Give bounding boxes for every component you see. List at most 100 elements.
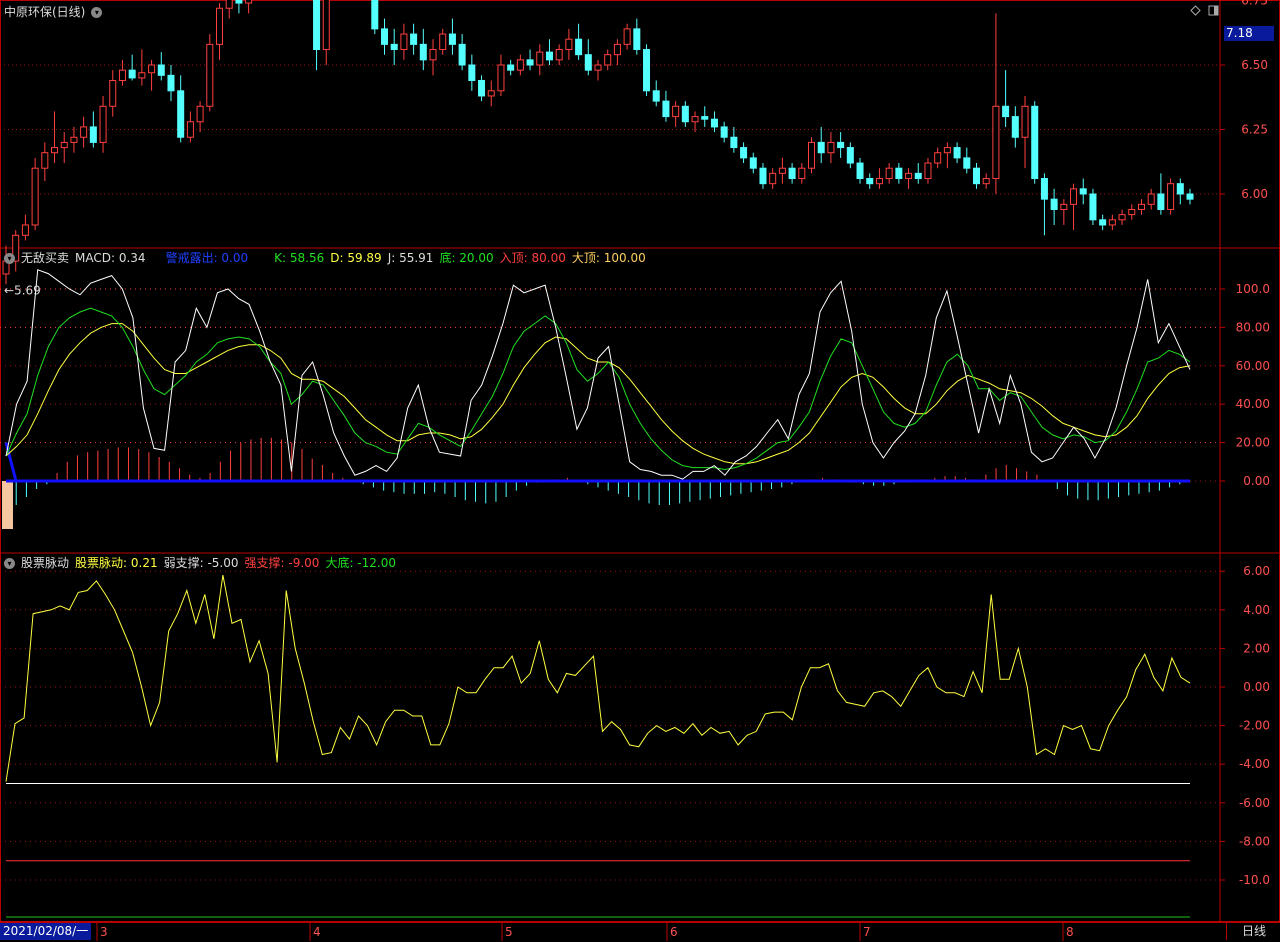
macd-tick-label: 100.0 <box>1236 282 1270 296</box>
candle-body <box>759 167 767 185</box>
entry-value: 入顶: 80.00 <box>499 251 566 265</box>
candle-body <box>1011 116 1019 138</box>
candle-body <box>313 0 321 51</box>
candle-body <box>1089 193 1097 221</box>
panel-menu-icon[interactable]: ▾ <box>4 558 15 569</box>
time-axis <box>0 922 1280 942</box>
candle-body <box>1147 193 1155 205</box>
bottom-value: 底: 20.00 <box>439 251 494 265</box>
osc-tick-label: 0.00 <box>1243 680 1270 694</box>
candle-body <box>623 28 631 45</box>
candle-body <box>943 147 951 154</box>
price-tick-label: 6.75 <box>1241 0 1268 8</box>
candle-body <box>905 172 913 180</box>
candle-body <box>662 100 670 118</box>
macd-tick-label: 80.00 <box>1236 320 1270 334</box>
osc-tick-label: -10.0 <box>1239 873 1270 887</box>
kdj-green-line <box>5 307 1191 471</box>
candle-body <box>478 79 486 97</box>
candle-body <box>1040 178 1048 200</box>
candle-body <box>565 38 573 51</box>
candle-body <box>584 54 592 71</box>
candle-body <box>60 141 68 149</box>
candle-body <box>672 105 680 118</box>
candle-body <box>788 167 796 180</box>
osc-tick-label: -8.00 <box>1239 834 1270 848</box>
candle-body <box>177 90 185 138</box>
panel-menu-icon[interactable]: ▾ <box>4 253 15 264</box>
candle-body <box>225 0 233 9</box>
osc-panel-header: ▾ 股票脉动 股票脉动: 0.21 弱支撑: -5.00 强支撑: -9.00 大底: -… <box>4 556 402 570</box>
candle-body <box>1176 183 1184 195</box>
candle-body <box>516 59 524 71</box>
candle-body <box>1031 105 1039 180</box>
candle-body <box>371 0 379 30</box>
macd-tick-label: 0.00 <box>1243 474 1270 488</box>
osc-tick-label: 4.00 <box>1243 603 1270 617</box>
candle-body <box>448 33 456 45</box>
candle-body <box>720 126 728 138</box>
macd-tick-label: 20.00 <box>1236 436 1270 450</box>
candle-body <box>1186 193 1194 200</box>
candle-body <box>691 116 699 123</box>
candle-body <box>594 64 602 71</box>
candle-body <box>51 147 59 154</box>
macd-panel-name: 无敌买卖 <box>21 251 70 265</box>
period-selector[interactable]: 日线 <box>1226 923 1280 940</box>
candle-body <box>99 105 107 143</box>
candle-body <box>817 141 825 154</box>
macd-tick-label: 40.00 <box>1236 397 1270 411</box>
candle-body <box>545 51 553 61</box>
candle-body <box>895 167 903 180</box>
candle-body <box>70 136 78 143</box>
candle-body <box>157 64 165 76</box>
candle-body <box>1070 188 1078 205</box>
candle-body <box>953 147 961 159</box>
diamond-icon[interactable] <box>1190 5 1201 16</box>
cursor-date-tag: 2021/02/08/一 <box>0 923 92 940</box>
candle-body <box>215 7 224 45</box>
candle-body <box>1099 219 1107 226</box>
weak-support-value: 弱支撑: -5.00 <box>163 556 239 570</box>
macd-value: MACD: 0.34 <box>75 251 146 265</box>
candle-body <box>400 33 408 51</box>
candle-body <box>468 64 476 81</box>
candle-body <box>1050 198 1058 210</box>
candle-body <box>497 64 505 92</box>
layout-icon[interactable] <box>1208 5 1219 16</box>
candle-body <box>487 90 495 97</box>
price-panel-header: 中原环保(日线) ▾ <box>4 5 108 19</box>
candle-body <box>885 167 893 180</box>
candle-body <box>1002 105 1010 118</box>
candle-body <box>769 172 777 185</box>
kdj-k-line <box>5 269 1191 480</box>
candle-body <box>798 167 806 180</box>
candle-body <box>807 141 816 169</box>
candle-body <box>186 121 194 138</box>
candle-body <box>846 147 854 164</box>
candle-body <box>1108 219 1116 226</box>
candle-body <box>613 43 621 56</box>
candle-body <box>439 33 447 51</box>
candle-body <box>575 38 583 56</box>
pulse-value: 股票脉动: 0.21 <box>75 556 158 570</box>
price-tick-label: 6.25 <box>1241 123 1268 137</box>
pulse-line <box>5 575 1191 782</box>
candle-body <box>866 178 874 185</box>
candle-body <box>118 69 126 81</box>
price-tick-label: 6.00 <box>1241 187 1268 201</box>
volume-marker-bar <box>2 481 13 529</box>
candle-body <box>1118 214 1126 221</box>
alert-value: 警戒露出: 0.00 <box>165 251 249 265</box>
candle-body <box>458 43 466 66</box>
k-value: K: 58.56 <box>274 251 325 265</box>
candle-body <box>1021 105 1029 138</box>
dropdown-icon[interactable]: ▾ <box>91 7 103 18</box>
candle-body <box>681 105 689 123</box>
candle-body <box>875 178 883 185</box>
candle-body <box>128 69 136 79</box>
candle-body <box>643 49 651 92</box>
osc-tick-label: -4.00 <box>1239 757 1270 771</box>
candle-body <box>507 64 515 71</box>
candle-body <box>526 59 534 66</box>
